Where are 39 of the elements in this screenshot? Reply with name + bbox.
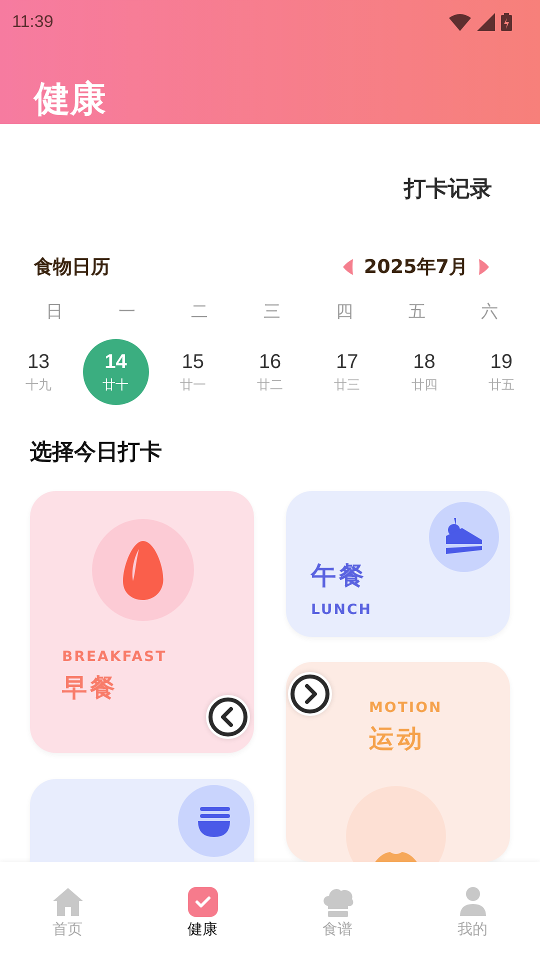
chevron-left-icon <box>208 697 248 737</box>
section-title: 选择今日打卡 <box>29 439 163 467</box>
meal-label: 运动 <box>369 723 426 755</box>
checkmark-icon <box>186 886 218 918</box>
meal-label: 早餐 <box>62 672 119 704</box>
calendar-day[interactable]: 18 廿四 <box>391 339 458 405</box>
cake-icon <box>444 518 484 556</box>
weekday-label: 二 <box>190 301 209 323</box>
calendar-day[interactable]: 15 廿一 <box>160 339 226 405</box>
weekday-label: 一 <box>117 301 136 323</box>
almond-icon <box>121 539 165 601</box>
chef-hat-icon <box>322 886 354 918</box>
wifi-icon <box>449 13 471 31</box>
meal-label-english: LUNCH <box>311 602 372 618</box>
calendar-day[interactable]: 17 廿三 <box>314 339 380 405</box>
status-time: 11:39 <box>12 12 54 32</box>
month-label: 2025年7月 <box>364 255 468 280</box>
meal-label-english: BREAKFAST <box>62 649 167 665</box>
weekday-label: 六 <box>480 301 500 323</box>
calendar-day[interactable]: 13 十九 <box>6 339 72 405</box>
page-title: 健康 <box>34 82 107 122</box>
nav-tab[interactable]: 健康 <box>135 862 270 960</box>
weekday-label: 日 <box>44 301 64 323</box>
weekday-label: 三 <box>262 301 282 323</box>
weekday-label: 五 <box>408 301 427 323</box>
battery-icon <box>501 13 512 31</box>
meal-label-english: MOTION <box>369 700 442 716</box>
record-link[interactable]: 打卡记录 <box>404 174 492 204</box>
previous-month-icon[interactable] <box>342 258 354 276</box>
calendar-day[interactable]: 19 廿五 <box>468 339 534 405</box>
meal-label: 午餐 <box>311 560 368 592</box>
calendar-day[interactable]: 16 廿二 <box>236 339 303 405</box>
signal-icon <box>477 13 495 31</box>
chevron-right-icon <box>290 674 330 714</box>
weekday-label: 四 <box>335 301 354 323</box>
next-month-icon[interactable] <box>478 258 490 276</box>
home-icon <box>52 886 84 918</box>
lunch-card[interactable]: 午餐 LUNCH <box>286 491 510 637</box>
calendar-title: 食物日历 <box>34 255 110 280</box>
